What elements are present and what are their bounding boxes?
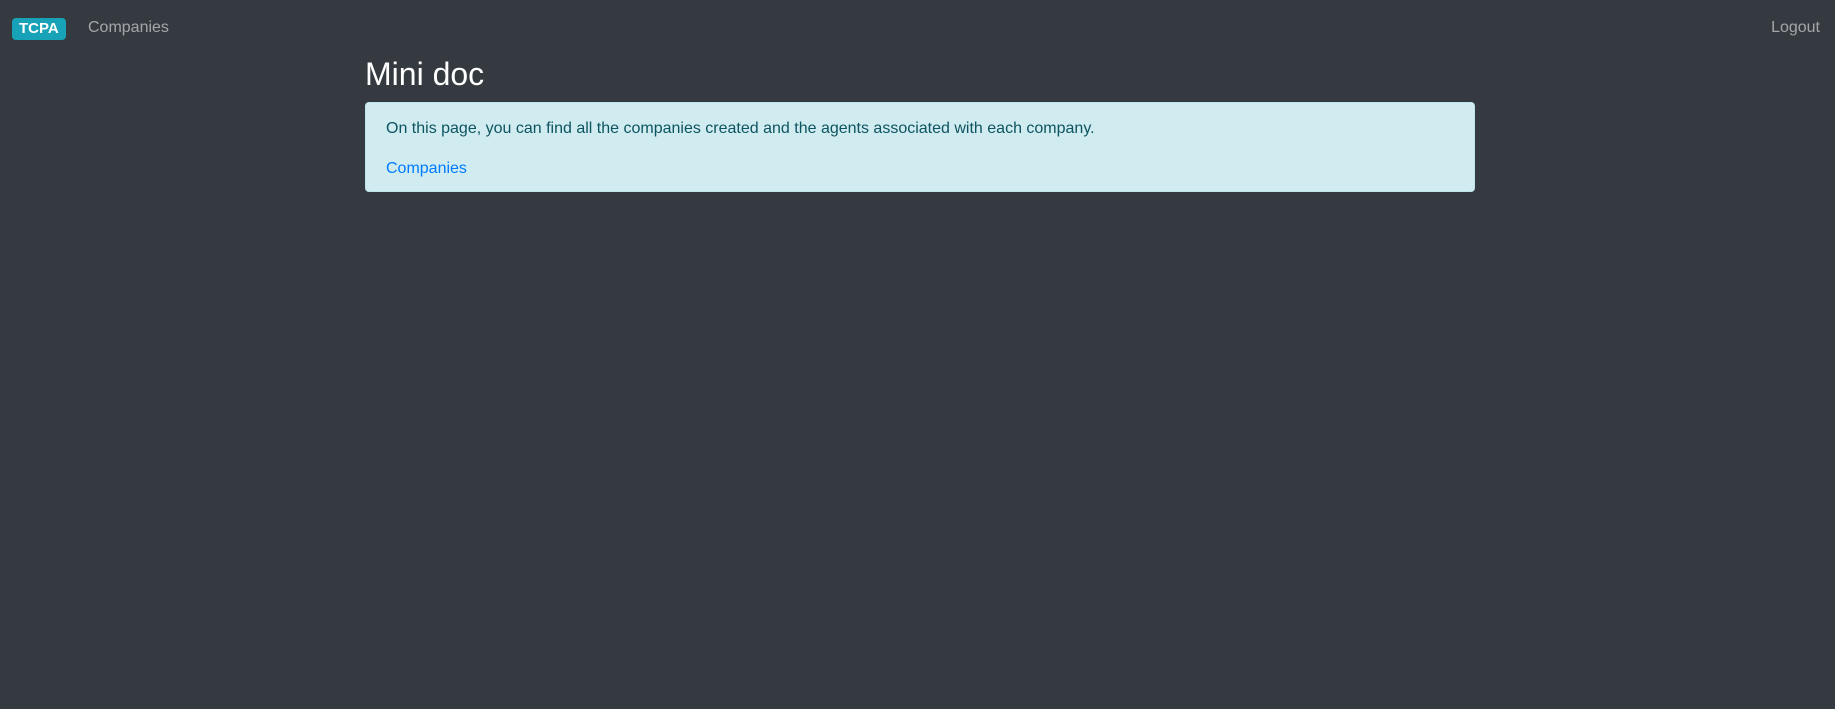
brand-logo[interactable]: TCPA	[12, 18, 66, 40]
nav-companies-link[interactable]: Companies	[88, 17, 169, 39]
logout-link[interactable]: Logout	[1771, 17, 1820, 39]
alert-text: On this page, you can find all the compa…	[386, 120, 1095, 137]
page-title: Mini doc	[365, 56, 485, 92]
alert-companies-link[interactable]: Companies	[386, 160, 467, 177]
main-content: Mini doc On this page, you can find all …	[365, 52, 1475, 192]
info-alert: On this page, you can find all the compa…	[365, 102, 1475, 192]
navbar: TCPA Companies Logout	[0, 0, 1835, 56]
